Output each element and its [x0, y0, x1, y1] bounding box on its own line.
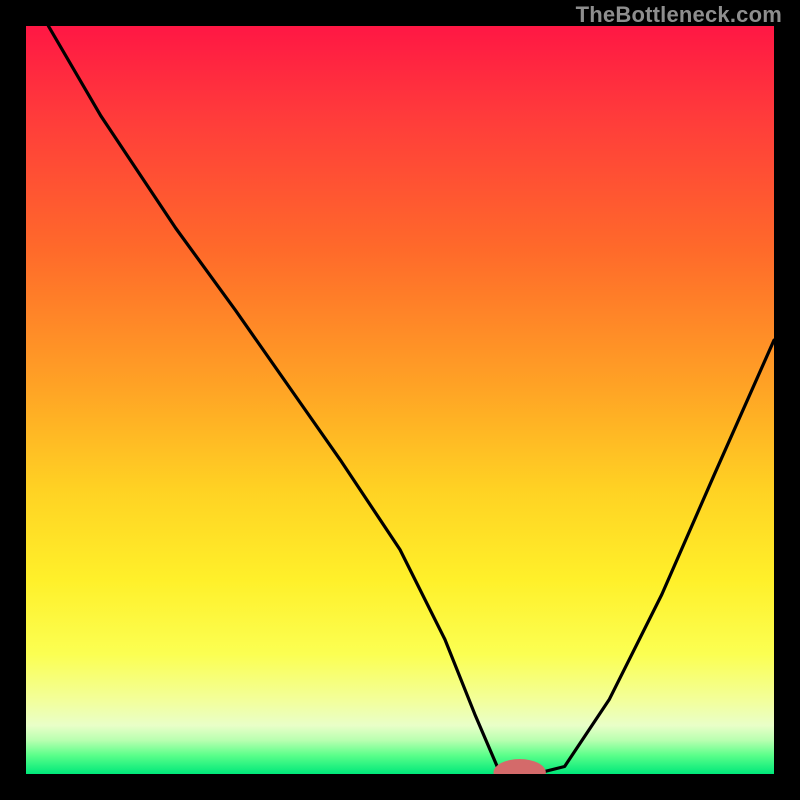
bottleneck-chart	[26, 26, 774, 774]
watermark-label: TheBottleneck.com	[576, 2, 782, 28]
gradient-background	[26, 26, 774, 774]
chart-container: TheBottleneck.com	[0, 0, 800, 800]
plot-area	[26, 26, 774, 774]
